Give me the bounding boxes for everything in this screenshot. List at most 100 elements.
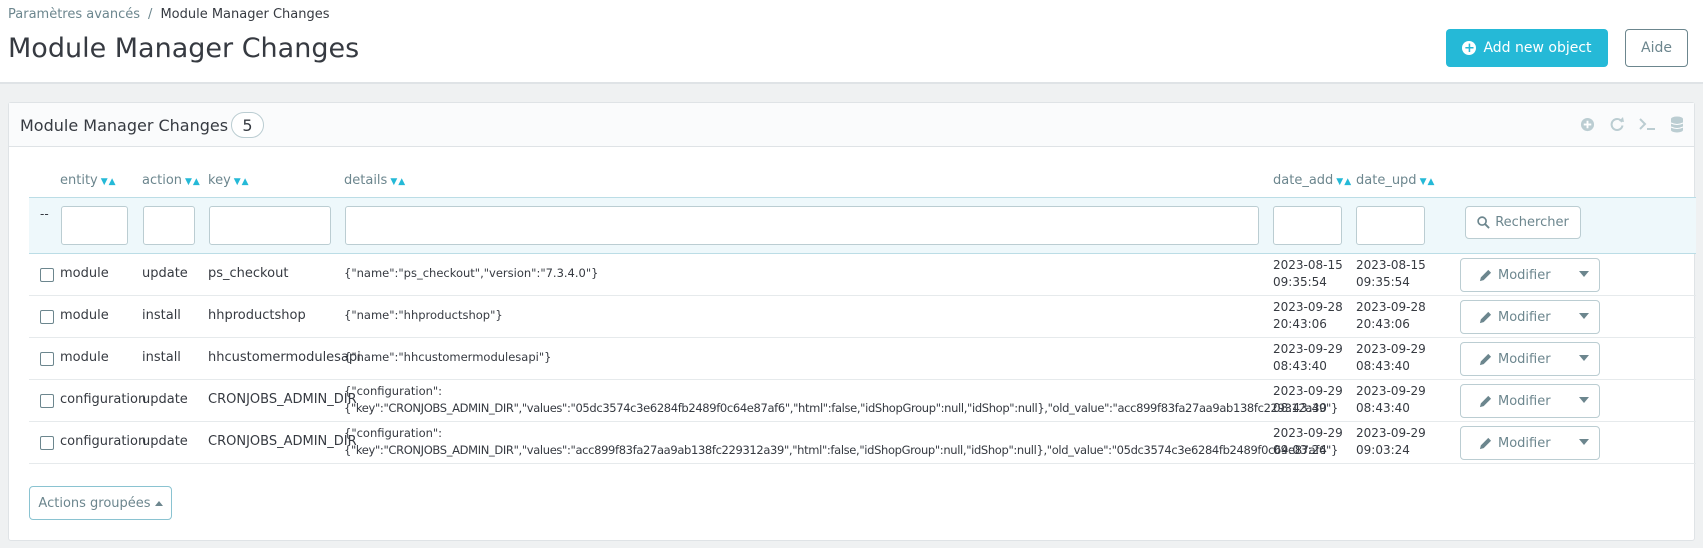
cell-date-add-time: 20:43:06: [1273, 317, 1327, 331]
breadcrumb: Paramètres avancés / Module Manager Change…: [8, 7, 330, 22]
pencil-icon: [1479, 353, 1492, 365]
filter-row: -- Rechercher: [29, 197, 1696, 254]
add-new-object-button[interactable]: + Add new object: [1446, 29, 1608, 67]
database-icon[interactable]: [1668, 115, 1686, 133]
plus-circle-icon: +: [1462, 40, 1477, 56]
sort-arrows-icon[interactable]: ▼▲: [101, 177, 117, 187]
cell-date-add-day: 2023-09-28: [1273, 300, 1343, 314]
filter-key-input[interactable]: [209, 206, 331, 245]
column-header-label: entity: [60, 173, 98, 188]
cell-date-upd-time: 09:03:24: [1356, 443, 1410, 457]
panel-toolbar: [1578, 115, 1686, 133]
help-button[interactable]: Aide: [1625, 29, 1688, 67]
sort-arrows-icon[interactable]: ▼▲: [185, 177, 201, 187]
filter-action-input[interactable]: [143, 206, 195, 245]
cell-date-add-time: 08:43:40: [1273, 401, 1327, 415]
count-badge: 5: [231, 112, 264, 138]
search-label: Rechercher: [1495, 215, 1569, 230]
add-new-icon[interactable]: [1578, 115, 1596, 133]
cell-date-upd-day: 2023-09-29: [1356, 384, 1426, 398]
column-header-label: key: [208, 173, 231, 188]
caret-down-icon[interactable]: [1579, 439, 1589, 445]
cell-action: install: [142, 350, 181, 365]
row-checkbox[interactable]: [40, 436, 54, 450]
cell-date-add-day: 2023-09-29: [1273, 384, 1343, 398]
cell-date-add-time: 09:03:24: [1273, 443, 1327, 457]
cell-date-upd-time: 08:43:40: [1356, 359, 1410, 373]
modify-button[interactable]: Modifier: [1460, 426, 1600, 460]
pencil-icon: [1479, 311, 1492, 323]
caret-up-icon: [154, 500, 163, 506]
cell-date-upd-day: 2023-08-15: [1356, 258, 1426, 272]
cell-date-add-day: 2023-09-29: [1273, 342, 1343, 356]
breadcrumb-parent-link[interactable]: Paramètres avancés: [8, 7, 140, 22]
caret-down-icon[interactable]: [1579, 355, 1589, 361]
cell-date-add-day: 2023-08-15: [1273, 258, 1343, 272]
button-divider: [1566, 390, 1567, 414]
modify-button[interactable]: Modifier: [1460, 258, 1600, 292]
table-row: configuration update CRONJOBS_ADMIN_DIR …: [29, 380, 1696, 422]
cell-key: CRONJOBS_ADMIN_DIR: [208, 392, 357, 407]
cell-key: CRONJOBS_ADMIN_DIR: [208, 434, 357, 449]
add-new-object-label: Add new object: [1483, 40, 1592, 56]
button-divider: [1566, 264, 1567, 288]
search-button[interactable]: Rechercher: [1465, 206, 1581, 239]
cell-date-upd-day: 2023-09-29: [1356, 342, 1426, 356]
column-header-date-upd[interactable]: date_upd ▼▲: [1356, 173, 1435, 188]
sort-arrows-icon[interactable]: ▼▲: [1420, 177, 1436, 187]
row-checkbox[interactable]: [40, 352, 54, 366]
button-divider: [1566, 432, 1567, 456]
pencil-icon: [1479, 269, 1492, 281]
modify-button[interactable]: Modifier: [1460, 384, 1600, 418]
bulk-actions-button[interactable]: Actions groupées: [29, 486, 172, 520]
cell-entity: configuration: [60, 434, 147, 449]
cell-action: update: [142, 266, 188, 281]
column-header-entity[interactable]: entity ▼▲: [60, 173, 117, 188]
breadcrumb-separator: /: [148, 7, 153, 22]
cell-details-line-1: {"configuration":: [344, 426, 443, 440]
list-panel: Module Manager Changes 5 entity ▼▲ action…: [8, 102, 1696, 541]
filter-date-add-input[interactable]: [1273, 206, 1342, 245]
modify-label: Modifier: [1498, 351, 1551, 367]
panel-title: Module Manager Changes: [20, 116, 229, 135]
column-header-key[interactable]: key ▼▲: [208, 173, 250, 188]
filter-date-upd-input[interactable]: [1356, 206, 1425, 245]
row-checkbox[interactable]: [40, 268, 54, 282]
panel-heading: Module Manager Changes 5: [9, 103, 1694, 147]
column-header-action[interactable]: action ▼▲: [142, 173, 201, 188]
button-divider: [1566, 348, 1567, 372]
sort-arrows-icon[interactable]: ▼▲: [234, 177, 250, 187]
pencil-icon: [1479, 437, 1492, 449]
cell-action: install: [142, 308, 181, 323]
filter-dash: --: [40, 207, 49, 221]
table-row: module install hhcustomermodulesapi {"na…: [29, 338, 1696, 380]
cell-date-add-day: 2023-09-29: [1273, 426, 1343, 440]
column-header-date-add[interactable]: date_add ▼▲: [1273, 173, 1352, 188]
cell-entity: configuration: [60, 392, 147, 407]
caret-down-icon[interactable]: [1579, 313, 1589, 319]
column-header-details[interactable]: details ▼▲: [344, 173, 406, 188]
table-row: module update ps_checkout {"name":"ps_ch…: [29, 254, 1696, 296]
page-title: Module Manager Changes: [8, 33, 360, 64]
caret-down-icon[interactable]: [1579, 397, 1589, 403]
cell-date-upd-day: 2023-09-29: [1356, 426, 1426, 440]
cell-action: update: [142, 392, 188, 407]
terminal-icon[interactable]: [1638, 115, 1656, 133]
filter-entity-input[interactable]: [61, 206, 128, 245]
caret-down-icon[interactable]: [1579, 271, 1589, 277]
cell-entity: module: [60, 350, 109, 365]
cell-date-add-time: 09:35:54: [1273, 275, 1327, 289]
row-checkbox[interactable]: [40, 394, 54, 408]
sort-arrows-icon[interactable]: ▼▲: [390, 177, 406, 187]
cell-key: hhcustomermodulesapi: [208, 350, 361, 365]
cell-key: hhproductshop: [208, 308, 306, 323]
pencil-icon: [1479, 395, 1492, 407]
cell-details: {"name":"hhcustomermodulesapi"}: [344, 350, 552, 364]
filter-details-input[interactable]: [345, 206, 1259, 245]
sort-arrows-icon[interactable]: ▼▲: [1336, 177, 1352, 187]
refresh-icon[interactable]: [1608, 115, 1626, 133]
modify-button[interactable]: Modifier: [1460, 342, 1600, 376]
modify-label: Modifier: [1498, 435, 1551, 451]
modify-button[interactable]: Modifier: [1460, 300, 1600, 334]
row-checkbox[interactable]: [40, 310, 54, 324]
